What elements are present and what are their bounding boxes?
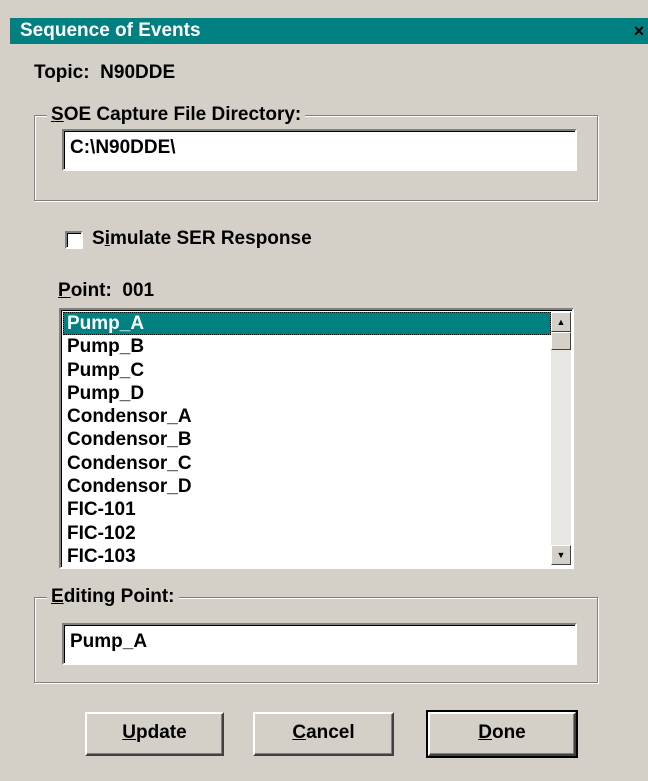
list-item[interactable]: FIC-103 (63, 545, 551, 567)
list-item[interactable]: FIC-102 (63, 522, 551, 545)
list-item[interactable]: Condensor_B (63, 428, 551, 451)
window-title: Sequence of Events (20, 20, 201, 41)
list-item[interactable]: Pump_B (63, 335, 551, 358)
list-item[interactable]: Pump_C (63, 359, 551, 382)
scroll-thumb[interactable] (551, 332, 571, 350)
sequence-of-events-dialog: Sequence of Events × Topic: N90DDE SOE C… (0, 0, 648, 781)
list-item[interactable]: Pump_D (63, 382, 551, 405)
soe-directory-group: SOE Capture File Directory: C:\N90DDE\ (34, 103, 598, 201)
soe-directory-input[interactable]: C:\N90DDE\ (62, 129, 577, 171)
point-list[interactable]: Pump_A Pump_B Pump_C Pump_D Condensor_A Conde… (63, 312, 551, 567)
list-item[interactable]: Condensor_C (63, 452, 551, 475)
simulate-ser-checkbox[interactable] (65, 231, 83, 249)
topic-label: Topic: (34, 62, 90, 83)
point-listbox[interactable]: Pump_A Pump_B Pump_C Pump_D Condensor_A Conde… (59, 308, 574, 569)
cancel-button[interactable]: Cancel (253, 712, 394, 756)
scroll-down-icon[interactable]: ▼ (551, 545, 571, 565)
point-value: 001 (122, 280, 155, 301)
simulate-ser-label[interactable]: Simulate SER Response (92, 228, 312, 250)
editing-point-label: Editing Point: (47, 585, 179, 609)
list-item[interactable]: Condensor_A (63, 405, 551, 428)
topic-value: N90DDE (100, 62, 176, 83)
title-bar[interactable]: Sequence of Events × (10, 18, 648, 44)
vertical-scrollbar[interactable]: ▲ ▼ (551, 312, 571, 565)
list-item[interactable]: FIC-101 (63, 498, 551, 521)
update-button[interactable]: Update (85, 712, 224, 756)
scroll-up-icon[interactable]: ▲ (551, 312, 571, 332)
close-icon[interactable]: × (630, 22, 648, 40)
done-button[interactable]: Done (426, 710, 578, 758)
point-row: Point: 001 (58, 280, 155, 301)
list-item[interactable]: Condensor_D (63, 475, 551, 498)
soe-directory-label: SOE Capture File Directory: (47, 103, 306, 127)
topic-row: Topic: N90DDE (34, 62, 175, 84)
editing-point-input[interactable]: Pump_A (62, 623, 577, 665)
list-item[interactable]: Pump_A (63, 312, 551, 336)
point-label: oint: (70, 280, 112, 301)
editing-point-group: Editing Point: Pump_A (34, 585, 598, 683)
